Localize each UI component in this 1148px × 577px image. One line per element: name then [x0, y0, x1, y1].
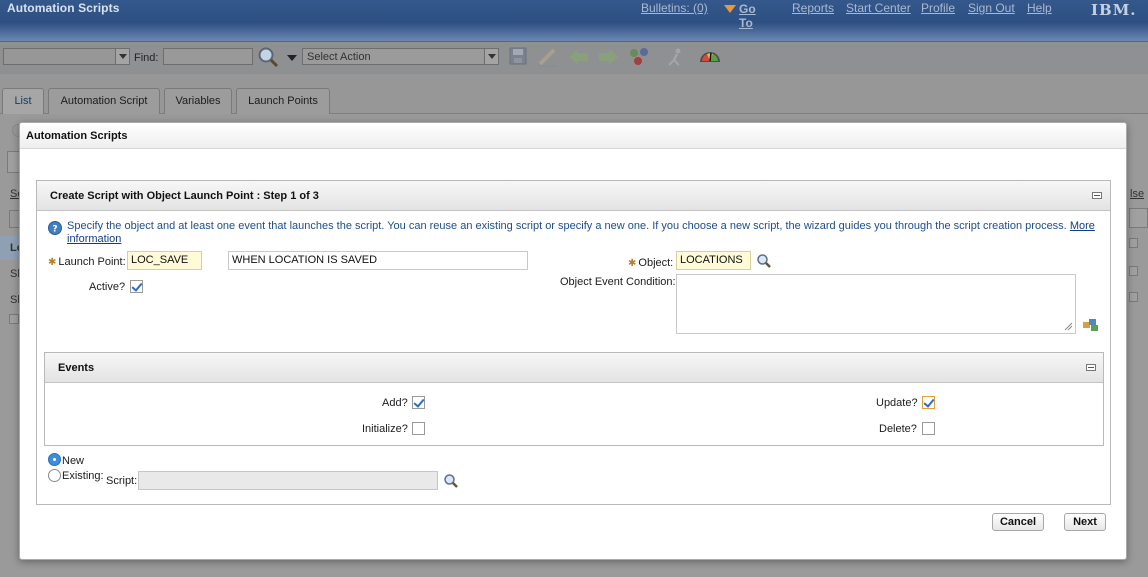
initialize-label: Initialize? [362, 423, 408, 435]
header-links: Bulletins: (0) Go To Reports Start Cente… [0, 1, 1148, 30]
ibm-logo: IBM. [1091, 1, 1137, 19]
info-description: Specify the object and at least one even… [67, 220, 1067, 232]
background-checkbox [1129, 266, 1138, 276]
tab-variables[interactable]: Variables [164, 88, 232, 114]
bulletins-link[interactable]: Bulletins: (0) [641, 1, 708, 15]
goto-arrow-icon [724, 5, 736, 13]
add-label: Add? [382, 397, 408, 409]
collapse-icon[interactable] [1092, 192, 1102, 199]
object-event-condition-label: Object Event Condition: [560, 276, 676, 288]
add-checkbox[interactable] [412, 396, 425, 409]
background-checkbox [9, 314, 19, 324]
info-text: Specify the object and at least one even… [67, 220, 1102, 246]
initialize-checkbox[interactable] [412, 422, 425, 435]
find-label: Find: [134, 52, 159, 64]
gauge-icon[interactable] [698, 48, 722, 64]
chevron-down-icon[interactable] [287, 55, 297, 61]
script-input[interactable] [138, 471, 438, 490]
next-button[interactable]: Next [1064, 513, 1106, 531]
background-checkbox [1129, 292, 1138, 302]
active-checkbox[interactable] [130, 280, 143, 293]
script-label: Script: [106, 475, 138, 487]
goto-label: Go To [739, 2, 756, 30]
object-label: ✱ Object: [628, 257, 674, 269]
object-input[interactable]: LOCATIONS [676, 251, 751, 270]
object-event-condition-textarea[interactable] [676, 274, 1076, 334]
condition-builder-icon[interactable] [1082, 318, 1100, 332]
delete-label: Delete? [879, 423, 917, 435]
search-icon[interactable] [756, 253, 772, 269]
delete-checkbox[interactable] [922, 422, 935, 435]
section-header: Create Script with Object Launch Point :… [37, 181, 1110, 211]
collapse-icon[interactable] [1086, 364, 1096, 371]
help-link[interactable]: Help [1027, 1, 1052, 15]
events-section: Events Add? Initialize? Update? Delete? [44, 352, 1104, 446]
dialog-titlebar: Automation Scripts [20, 123, 1126, 149]
section-title: Create Script with Object Launch Point :… [50, 190, 319, 202]
search-icon[interactable] [256, 46, 282, 68]
query-select[interactable] [3, 48, 130, 65]
next-icon[interactable] [598, 48, 618, 66]
edit-icon[interactable] [537, 47, 559, 67]
existing-script-label: Existing: [62, 470, 104, 482]
workflow-icon[interactable] [628, 47, 650, 67]
run-icon[interactable] [665, 47, 687, 67]
svg-text:?: ? [52, 225, 57, 235]
update-label: Update? [876, 397, 918, 409]
resize-grip-icon[interactable] [1063, 321, 1073, 331]
cancel-button[interactable]: Cancel [992, 513, 1044, 531]
sign-out-link[interactable]: Sign Out [968, 1, 1015, 15]
dialog-title: Automation Scripts [26, 130, 128, 142]
launch-point-section: Create Script with Object Launch Point :… [36, 180, 1111, 505]
select-action-dropdown[interactable]: Select Action [302, 48, 499, 65]
create-script-dialog: Automation Scripts Create Script with Ob… [19, 122, 1127, 560]
update-checkbox[interactable] [922, 396, 935, 409]
tab-automation-script[interactable]: Automation Script [48, 88, 160, 114]
help-icon: ? [48, 221, 62, 235]
chevron-down-icon [115, 49, 129, 64]
reports-link[interactable]: Reports [792, 1, 834, 15]
events-title: Events [58, 362, 95, 374]
previous-icon[interactable] [569, 48, 589, 66]
profile-link[interactable]: Profile [921, 1, 955, 15]
chevron-down-icon [484, 49, 498, 64]
search-icon[interactable] [443, 473, 459, 489]
launch-point-description-input[interactable]: WHEN LOCATION IS SAVED [228, 251, 528, 270]
goto-menu[interactable]: Go To [724, 2, 756, 30]
app-header: Automation Scripts Bulletins: (0) Go To … [0, 0, 1148, 42]
events-header: Events [45, 353, 1103, 383]
new-script-radio[interactable] [48, 453, 61, 466]
tab-bar: List Automation Script Variables Launch … [0, 74, 1148, 114]
required-icon: ✱ [628, 258, 637, 269]
required-icon: ✱ [48, 257, 57, 268]
toolbar: Find: Select Action [0, 42, 1148, 74]
background-filter-field [1129, 208, 1148, 228]
existing-script-radio[interactable] [48, 469, 61, 482]
find-input[interactable] [163, 48, 253, 65]
launch-point-label: ✱ Launch Point: [48, 256, 126, 268]
start-center-link[interactable]: Start Center [846, 1, 911, 15]
background-column-header: lse [1130, 188, 1145, 200]
new-script-label: New [62, 455, 85, 467]
active-label: Active? [89, 281, 126, 293]
launch-point-input[interactable]: LOC_SAVE [127, 251, 202, 270]
tab-list[interactable]: List [2, 88, 44, 114]
save-icon[interactable] [509, 47, 527, 65]
background-checkbox [1129, 238, 1138, 248]
select-action-label: Select Action [307, 51, 371, 63]
tab-launch-points[interactable]: Launch Points [236, 88, 330, 114]
